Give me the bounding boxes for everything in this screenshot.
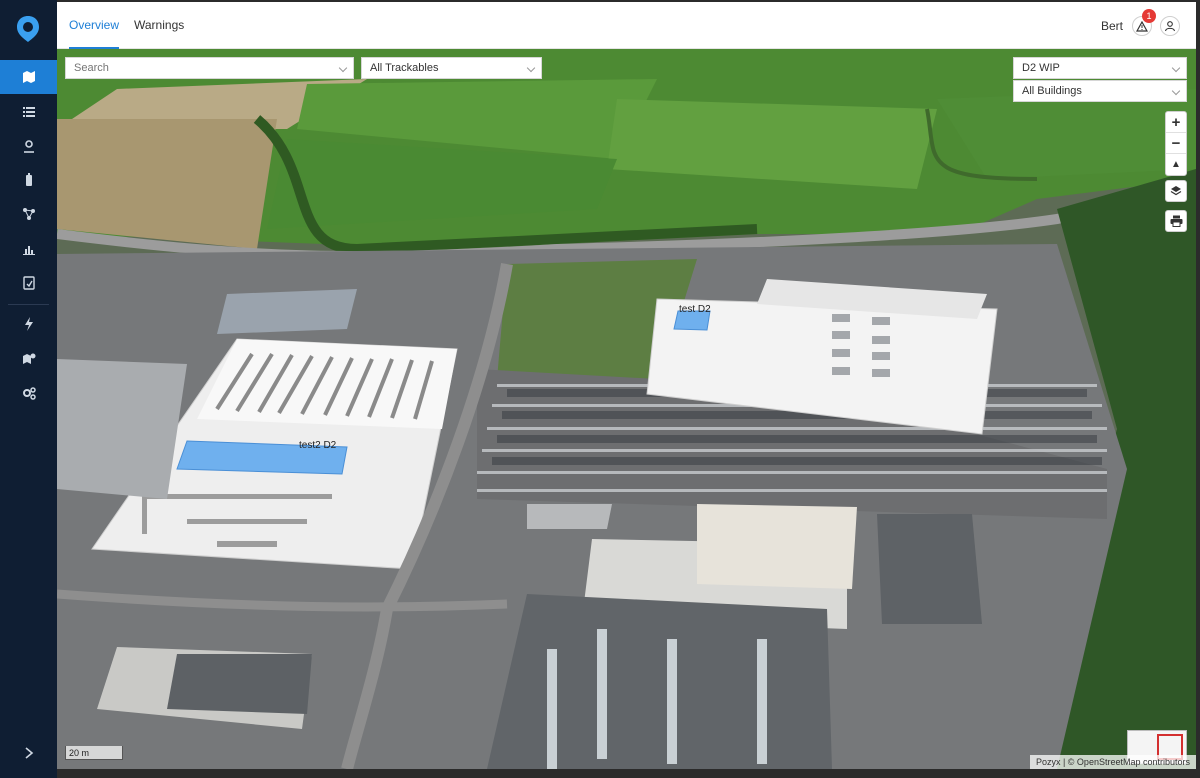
zone-label-test2: test2 D2 [299,440,337,451]
chevron-down-icon [526,63,536,73]
sidebar-item-automations[interactable] [0,307,57,341]
sidebar-item-reports[interactable] [0,266,57,300]
top-header: Overview Warnings Bert [57,2,1196,49]
map-attribution: Pozyx | © OpenStreetMap contributors [1029,755,1196,769]
satellite-map-imagery [57,49,1196,769]
printer-icon [1170,215,1182,227]
reset-north-button[interactable]: ▲ [1166,154,1186,175]
user-name: Bert [1100,19,1123,33]
sidebar-expand-button[interactable] [0,738,57,768]
chevron-down-icon [1171,86,1181,96]
layers-button[interactable] [1165,180,1187,202]
location-pin-icon [23,140,34,153]
pozyx-logo-icon [17,16,39,42]
print-button[interactable] [1165,210,1187,232]
bar-chart-icon [22,246,35,255]
chevron-right-icon [24,747,33,759]
sidebar-item-map[interactable] [0,60,57,94]
site-select[interactable]: D2 WIP [1013,57,1187,79]
zoom-out-button[interactable]: − [1166,133,1186,154]
network-icon [22,208,35,220]
search-input[interactable] [65,57,354,79]
buildings-value: All Buildings [1022,85,1082,97]
tag-device-icon [25,173,32,186]
map-view[interactable]: All Trackables D2 WIP All Buildings + − … [57,49,1196,769]
search-input-field[interactable] [74,62,324,74]
map-icon [22,71,35,83]
zoom-controls: + − ▲ [1165,111,1187,176]
tab-warnings[interactable]: Warnings [134,2,184,49]
sidebar-item-tags[interactable] [0,163,57,197]
site-value: D2 WIP [1022,62,1060,74]
layers-icon [1170,186,1182,196]
map-settings-icon [22,353,35,364]
zone-label-test: test D2 [679,304,711,315]
tab-overview[interactable]: Overview [69,2,120,49]
sidebar [0,0,57,778]
sidebar-item-locations[interactable] [0,129,57,163]
trackables-value: All Trackables [370,62,439,74]
sidebar-item-analytics[interactable] [0,232,57,266]
list-icon [22,107,35,117]
notification-count-badge: 1 [1142,9,1156,23]
scale-bar: 20 m [65,746,123,760]
buildings-select[interactable]: All Buildings [1013,80,1187,102]
chevron-down-icon [338,63,348,73]
zoom-in-button[interactable]: + [1166,112,1186,133]
user-icon [1164,21,1176,32]
chevron-down-icon [1171,63,1181,73]
trackables-select[interactable]: All Trackables [361,57,542,79]
gears-icon [22,387,36,400]
user-account-button[interactable] [1160,16,1180,36]
sidebar-item-network[interactable] [0,197,57,231]
report-icon [22,276,35,290]
lightning-icon [24,317,33,331]
sidebar-item-map-settings[interactable] [0,342,57,376]
sidebar-item-settings[interactable] [0,376,57,410]
sidebar-divider [8,304,49,305]
sidebar-item-list[interactable] [0,95,57,129]
